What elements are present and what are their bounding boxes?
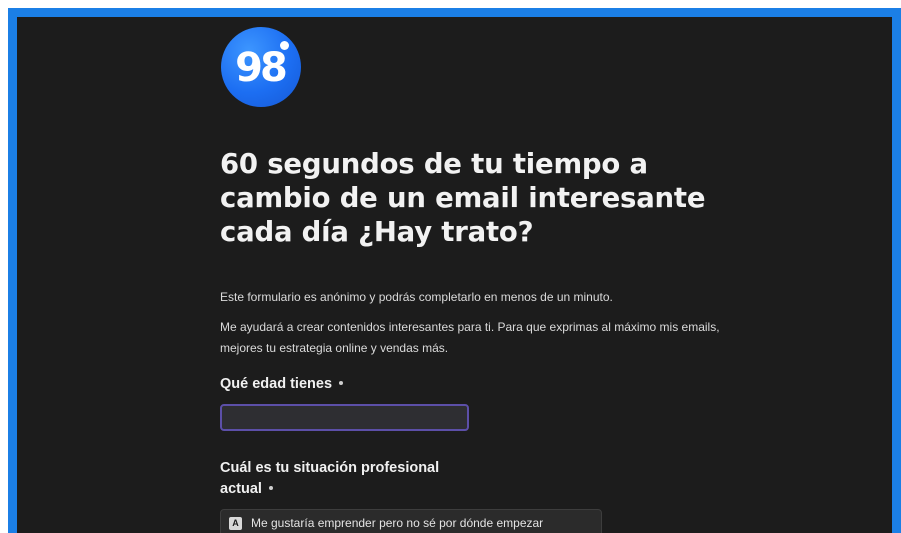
question-professional-situation-label: Cuál es tu situación profesional actual (220, 458, 480, 500)
question-professional-situation-text: Cuál es tu situación profesional actual (220, 460, 440, 497)
form-title: 60 segundos de tu tiempo a cambio de un … (220, 148, 706, 248)
question-age-text: Qué edad tienes (220, 376, 333, 392)
brand-logo-dot (280, 41, 289, 50)
required-indicator-icon (268, 486, 273, 491)
question-age-label: Qué edad tienes (220, 374, 520, 395)
form-intro-purpose: Me ayudará a crear contenidos interesant… (220, 320, 720, 355)
option-a[interactable]: A Me gustaría emprender pero no sé por d… (220, 509, 602, 533)
form-intro-anonymous: Este formulario es anónimo y podrás comp… (220, 290, 613, 304)
form-page: 98 60 segundos de tu tiempo a cambio de … (17, 17, 892, 533)
brand-logo: 98 (221, 27, 301, 107)
required-indicator-icon (339, 381, 344, 386)
option-label: Me gustaría emprender pero no sé por dón… (251, 516, 544, 530)
brand-logo-text: 98 (235, 45, 288, 91)
age-input[interactable] (220, 404, 469, 431)
option-key-badge: A (229, 516, 242, 530)
